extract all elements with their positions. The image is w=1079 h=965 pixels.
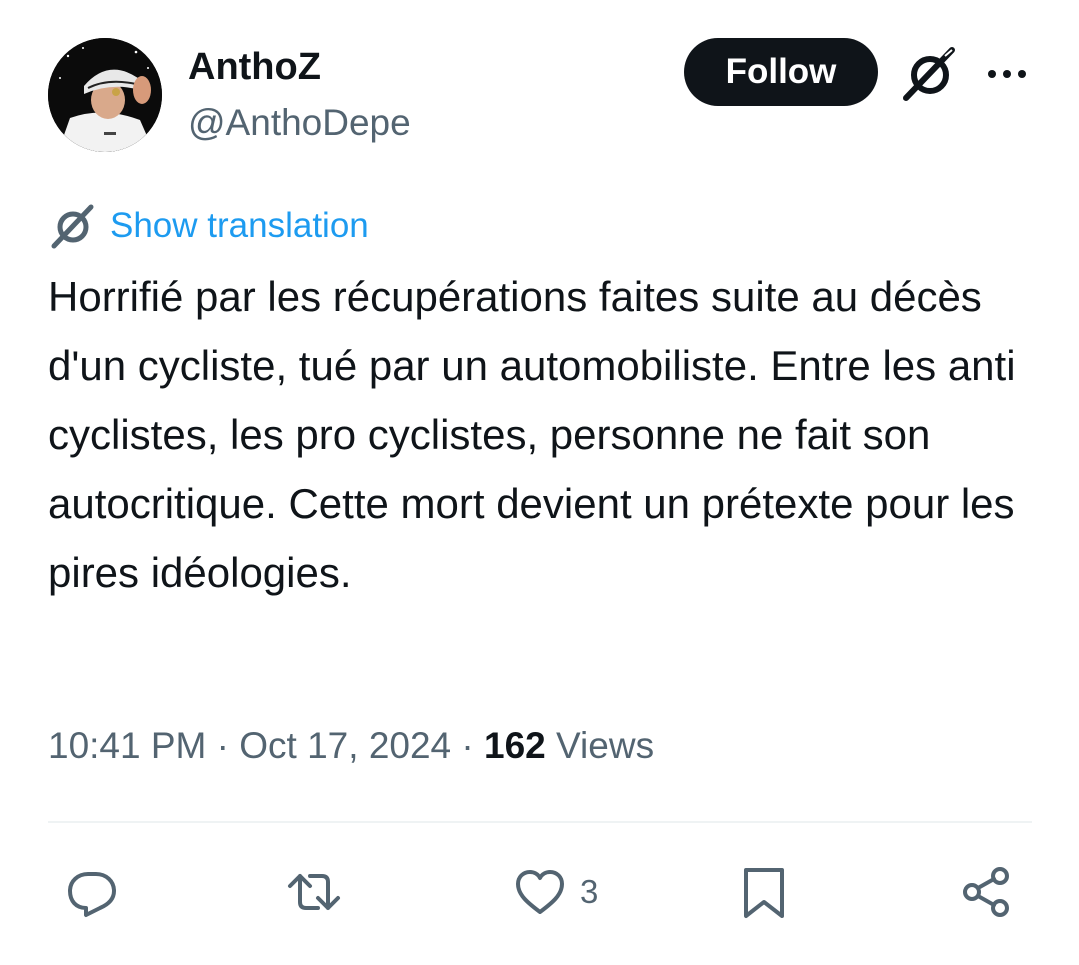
author-handle[interactable]: @AnthoDepe	[188, 100, 411, 146]
like-button[interactable]: 3	[512, 862, 598, 922]
grok-icon	[48, 201, 98, 251]
translate-row: Show translation	[48, 200, 369, 252]
divider	[48, 821, 1032, 823]
views-count: 162	[484, 725, 546, 766]
grok-icon[interactable]	[900, 44, 960, 104]
share-button[interactable]	[958, 862, 1014, 922]
share-icon	[963, 867, 1009, 917]
more-icon[interactable]	[980, 54, 1034, 94]
tweet-date[interactable]: Oct 17, 2024	[239, 725, 451, 766]
tweet-time[interactable]: 10:41 PM	[48, 725, 206, 766]
author-display-name[interactable]: AnthoZ	[188, 44, 321, 90]
avatar[interactable]	[48, 38, 162, 152]
bookmark-icon	[744, 868, 784, 918]
bookmark-button[interactable]	[736, 862, 792, 922]
reply-button[interactable]	[64, 862, 120, 922]
like-count: 3	[580, 873, 599, 910]
meta-separator: ·	[461, 725, 474, 766]
tweet-text: Horrifié par les récupérations faites su…	[48, 273, 1016, 596]
follow-button[interactable]: Follow	[684, 38, 878, 106]
show-translation-link[interactable]: Show translation	[110, 203, 369, 249]
reply-icon	[68, 872, 116, 917]
avatar-photo	[48, 38, 162, 152]
meta-separator: ·	[216, 725, 229, 766]
heart-icon	[516, 870, 564, 914]
retweet-button[interactable]	[286, 862, 342, 922]
retweet-icon	[288, 874, 340, 910]
views-label: Views	[556, 725, 655, 766]
tweet-meta: 10:41 PM · Oct 17, 2024 · 162 Views	[48, 720, 654, 772]
